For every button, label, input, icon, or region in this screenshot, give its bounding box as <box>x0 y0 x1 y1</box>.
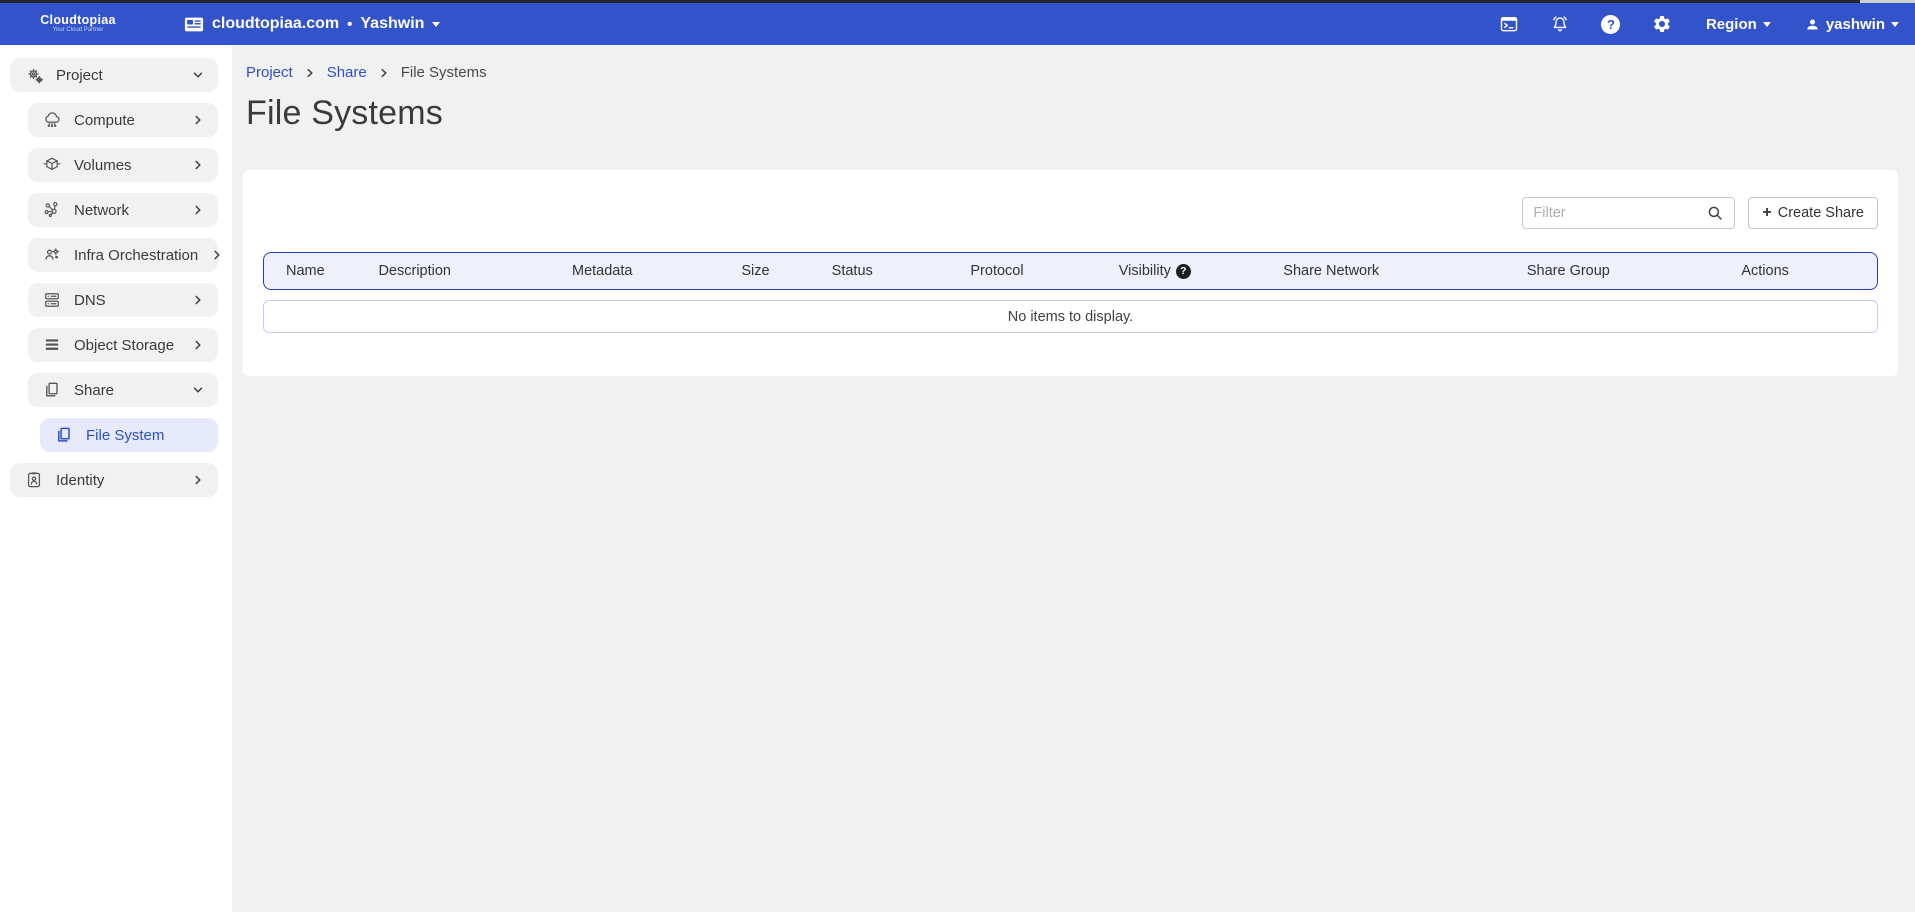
sidebar-item-label: Volumes <box>74 157 178 174</box>
dot-separator: • <box>347 16 352 33</box>
sidebar-item-project[interactable]: Project <box>10 58 218 92</box>
sidebar-item-infra-orchestration[interactable]: Infra Orchestration <box>28 238 218 272</box>
sidebar-item-dns[interactable]: DNS <box>28 283 218 317</box>
cube-icon <box>42 155 62 175</box>
network-nodes-icon <box>42 200 62 220</box>
brand-logo-tagline: Your Cloud Partner <box>14 27 142 33</box>
sidebar-item-label: Infra Orchestration <box>74 247 198 264</box>
column-header-description[interactable]: Description <box>370 263 564 279</box>
filter-input[interactable] <box>1533 205 1704 221</box>
chevron-right-icon <box>304 67 316 79</box>
chevron-right-icon <box>190 292 206 308</box>
chevron-right-icon <box>190 157 206 173</box>
filter-group <box>1522 197 1735 229</box>
table-toolbar: + Create Share <box>263 170 1878 229</box>
page-title: File Systems <box>246 94 1915 133</box>
domain-project-switcher[interactable]: cloudtopiaa.com • Yashwin <box>184 15 440 33</box>
copy-pages-icon <box>54 425 74 445</box>
cloud-compute-icon <box>42 110 62 130</box>
breadcrumb-project-link[interactable]: Project <box>246 64 293 81</box>
chevron-down-icon <box>190 67 206 83</box>
username: yashwin <box>1826 16 1885 33</box>
chevron-right-icon <box>190 202 206 218</box>
region-label: Region <box>1706 16 1757 33</box>
sidebar-item-label: Project <box>56 67 178 84</box>
sidebar-item-share[interactable]: Share <box>28 373 218 407</box>
table-empty-row: No items to display. <box>263 300 1878 333</box>
sidebar-item-label: Compute <box>74 112 178 129</box>
chevron-right-icon <box>210 247 224 263</box>
id-badge-icon <box>24 470 44 490</box>
chevron-right-icon <box>190 472 206 488</box>
file-systems-panel: + Create Share Name Description Metadata… <box>243 170 1898 376</box>
empty-message: No items to display. <box>1008 309 1133 325</box>
sidebar-item-label: DNS <box>74 292 178 309</box>
sidebar-item-network[interactable]: Network <box>28 193 218 227</box>
help-icon[interactable]: ? <box>1601 14 1621 34</box>
column-header-metadata[interactable]: Metadata <box>564 263 733 279</box>
column-header-share-group[interactable]: Share Group <box>1519 263 1734 279</box>
user-dropdown[interactable]: yashwin <box>1805 16 1899 33</box>
project-name: Yashwin <box>360 15 424 33</box>
column-header-size[interactable]: Size <box>733 263 823 279</box>
table-header-row: Name Description Metadata Size Status Pr… <box>263 252 1878 290</box>
brand-logo[interactable]: Cloudtopiaa Your Cloud Partner <box>14 14 142 33</box>
visibility-help-icon[interactable]: ? <box>1176 264 1191 279</box>
console-terminal-icon[interactable] <box>1499 14 1519 34</box>
caret-down-icon <box>1891 22 1899 27</box>
column-header-share-network[interactable]: Share Network <box>1275 263 1519 279</box>
create-share-button[interactable]: + Create Share <box>1748 197 1878 229</box>
region-dropdown[interactable]: Region <box>1706 16 1771 33</box>
copy-pages-icon <box>42 380 62 400</box>
settings-gear-icon[interactable] <box>1652 14 1672 34</box>
notifications-bell-icon[interactable] <box>1550 14 1570 34</box>
chevron-down-icon <box>190 382 206 398</box>
sidebar-item-file-system[interactable]: File System <box>40 418 218 452</box>
search-icon[interactable] <box>1704 202 1726 224</box>
user-icon <box>1805 17 1820 32</box>
caret-down-icon <box>432 22 440 27</box>
sidebar-item-label: Share <box>74 382 178 399</box>
breadcrumb-share-link[interactable]: Share <box>327 64 367 81</box>
navbar-actions: ? Region yashwin <box>1468 14 1899 34</box>
create-share-label: Create Share <box>1778 205 1864 221</box>
caret-down-icon <box>1763 22 1771 27</box>
column-header-status[interactable]: Status <box>824 263 963 279</box>
sidebar-item-label: Object Storage <box>74 337 178 354</box>
person-gear-icon <box>42 245 62 265</box>
column-header-actions: Actions <box>1733 263 1877 279</box>
sidebar-item-compute[interactable]: Compute <box>28 103 218 137</box>
server-stack-icon <box>42 290 62 310</box>
gears-icon <box>24 65 44 85</box>
chevron-right-icon <box>190 112 206 128</box>
breadcrumb: Project Share File Systems <box>246 64 1915 81</box>
breadcrumb-current: File Systems <box>401 64 487 81</box>
sidebar-item-label: Identity <box>56 472 178 489</box>
sidebar-item-identity[interactable]: Identity <box>10 463 218 497</box>
sidebar-item-volumes[interactable]: Volumes <box>28 148 218 182</box>
main-content: Project Share File Systems File Systems <box>232 45 1915 912</box>
top-navbar: Cloudtopiaa Your Cloud Partner cloudtopi… <box>0 3 1915 45</box>
column-header-name[interactable]: Name <box>264 263 370 279</box>
chevron-right-icon <box>190 337 206 353</box>
column-header-visibility[interactable]: Visibility ? <box>1111 263 1276 279</box>
brand-logo-title: Cloudtopiaa <box>14 14 142 27</box>
plus-icon: + <box>1762 204 1771 222</box>
chevron-right-icon <box>378 67 390 79</box>
domain-card-icon <box>184 16 204 33</box>
bars-icon <box>42 335 62 355</box>
sidebar-item-label: Network <box>74 202 178 219</box>
domain-name: cloudtopiaa.com <box>212 15 339 33</box>
sidebar-item-label: File System <box>86 427 206 444</box>
column-header-protocol[interactable]: Protocol <box>962 263 1110 279</box>
sidebar-item-object-storage[interactable]: Object Storage <box>28 328 218 362</box>
sidebar: Project Compute <box>0 45 232 912</box>
